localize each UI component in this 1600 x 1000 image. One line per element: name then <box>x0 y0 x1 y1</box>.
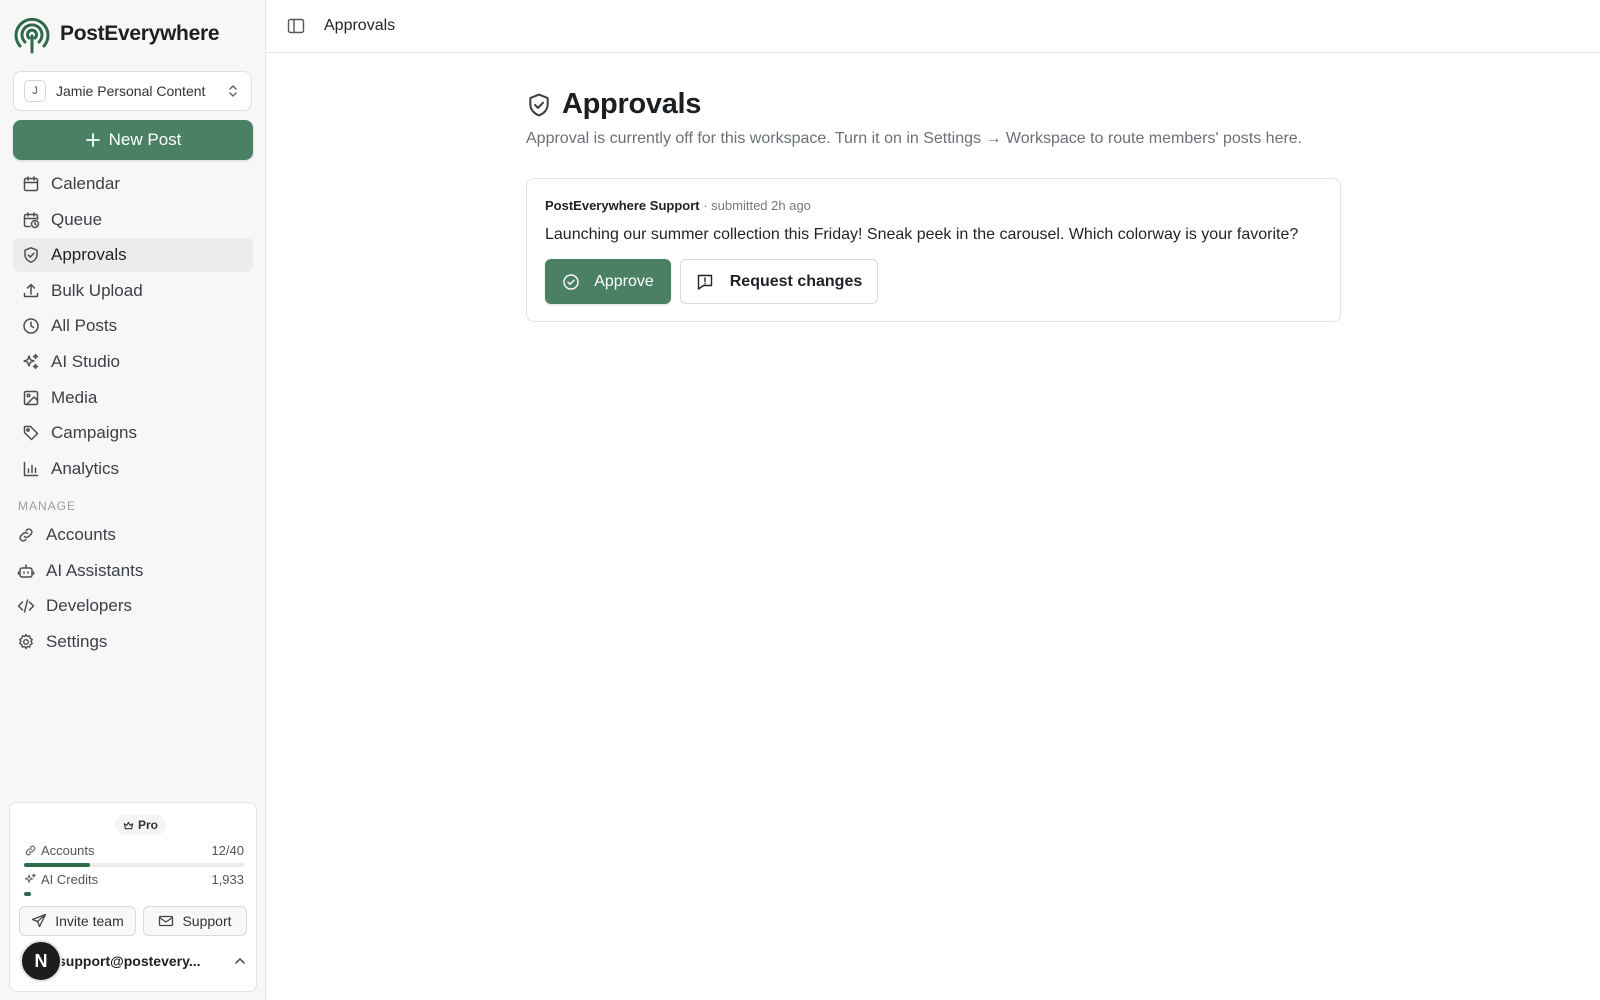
sidebar-item-ai-studio[interactable]: AI Studio <box>13 345 253 379</box>
user-menu[interactable]: N support@postevery... <box>20 939 248 983</box>
sidebar-item-queue[interactable]: Queue <box>13 203 253 237</box>
approval-post-text: Launching our summer collection this Fri… <box>545 226 1299 243</box>
invite-team-label: Invite team <box>55 913 124 929</box>
calendar-clock-icon <box>22 211 40 229</box>
link-icon <box>17 526 35 544</box>
ai-credits-meter-value: 1,933 <box>211 872 244 887</box>
request-changes-label: Request changes <box>729 272 863 290</box>
send-icon <box>31 913 47 929</box>
sidebar-item-label: Accounts <box>46 525 116 544</box>
shield-check-icon <box>526 92 552 118</box>
ai-credits-meter-bar <box>24 892 244 896</box>
sidebar-item-label: Media <box>51 387 98 407</box>
user-email: support@postevery... <box>58 953 201 969</box>
accounts-meter-value: 12/40 <box>211 843 244 858</box>
sidebar-item-all-posts[interactable]: All Posts <box>13 309 253 343</box>
approval-author: PostEverywhere Support <box>545 198 700 213</box>
plan-badge: Pro <box>115 815 167 835</box>
sidebar-item-developers[interactable]: Developers <box>13 589 253 623</box>
avatar: N <box>20 940 62 982</box>
new-post-label: New Post <box>108 130 182 149</box>
calendar-icon <box>22 175 40 193</box>
sidebar-item-calendar[interactable]: Calendar <box>13 167 253 201</box>
sidebar-item-label: AI Studio <box>51 351 120 371</box>
radar-logo-icon <box>12 14 52 54</box>
ai-credits-meter: AI Credits 1,933 <box>24 872 244 896</box>
sparkles-icon <box>24 873 37 886</box>
sidebar-item-label: AI Assistants <box>46 560 144 580</box>
sidebar-item-approvals[interactable]: Approvals <box>13 238 253 273</box>
manage-nav: Accounts AI Assistants Developers Settin… <box>13 518 253 660</box>
sidebar-item-media[interactable]: Media <box>13 381 253 415</box>
sidebar-item-analytics[interactable]: Analytics <box>13 452 253 486</box>
code-icon <box>17 597 35 615</box>
image-icon <box>22 389 40 407</box>
plan-panel: Pro Accounts 12/40 AI Credits 1,933 Invi… <box>9 802 257 992</box>
plan-badge-label: Pro <box>138 818 159 832</box>
sidebar-item-settings[interactable]: Settings <box>13 625 253 659</box>
main-nav: Calendar Queue Approvals Bulk Upload All… <box>13 167 253 487</box>
sidebar-item-label: Approvals <box>51 245 127 265</box>
sidebar-item-label: Queue <box>51 209 103 229</box>
support-label: Support <box>182 913 232 929</box>
sidebar-item-label: Analytics <box>51 458 120 478</box>
workspace-switcher[interactable]: J Jamie Personal Content <box>13 71 252 111</box>
sidebar-toggle-icon[interactable] <box>286 16 306 36</box>
sidebar-item-bulk-upload[interactable]: Bulk Upload <box>13 274 253 308</box>
check-circle-icon <box>562 273 580 291</box>
ai-credits-meter-fill <box>24 892 31 896</box>
breadcrumb: Approvals <box>324 17 396 34</box>
manage-section-label: MANAGE <box>18 499 77 513</box>
sidebar-item-label: Campaigns <box>51 423 137 443</box>
page-title: Approvals <box>562 88 702 120</box>
accounts-meter-fill <box>24 863 90 867</box>
clock-icon <box>22 317 40 335</box>
bot-icon <box>17 562 35 580</box>
accounts-meter-bar <box>24 863 244 867</box>
accounts-meter: Accounts 12/40 <box>24 843 244 867</box>
chevron-up-icon <box>232 953 248 969</box>
top-bar: Approvals <box>266 0 1600 53</box>
chevrons-up-down-icon <box>225 83 241 99</box>
sidebar-item-label: Settings <box>46 631 108 651</box>
new-post-button[interactable]: New Post <box>13 120 253 160</box>
message-alert-icon <box>696 273 714 291</box>
workspace-initial: J <box>24 80 46 102</box>
sidebar-item-label: All Posts <box>51 316 118 336</box>
gear-icon <box>17 633 35 651</box>
meta-separator: · <box>699 198 712 213</box>
accounts-meter-label: Accounts <box>41 843 95 858</box>
sidebar-item-label: Bulk Upload <box>51 280 143 300</box>
approve-label: Approve <box>594 272 654 290</box>
sidebar: PostEverywhere J Jamie Personal Content … <box>0 0 266 1000</box>
shield-check-icon <box>22 246 40 264</box>
mail-icon <box>158 913 174 929</box>
tag-icon <box>22 424 40 442</box>
workspace-name: Jamie Personal Content <box>56 83 206 99</box>
approve-button[interactable]: Approve <box>545 259 671 304</box>
sidebar-item-accounts[interactable]: Accounts <box>13 518 253 552</box>
support-button[interactable]: Support <box>143 906 247 936</box>
link-icon <box>24 844 37 857</box>
brand[interactable]: PostEverywhere <box>12 14 220 54</box>
invite-team-button[interactable]: Invite team <box>19 906 136 936</box>
sidebar-item-ai-assistants[interactable]: AI Assistants <box>13 554 253 588</box>
crown-icon <box>123 820 134 831</box>
upload-icon <box>22 282 40 300</box>
page-subtitle: Approval is currently off for this works… <box>526 130 1303 147</box>
sidebar-item-label: Developers <box>46 596 132 616</box>
approval-submitted-time: submitted 2h ago <box>711 198 811 213</box>
approval-meta: PostEverywhere Support · submitted 2h ag… <box>545 198 811 213</box>
plus-icon <box>85 132 101 148</box>
sparkles-icon <box>22 353 40 371</box>
sidebar-item-campaigns[interactable]: Campaigns <box>13 416 253 450</box>
brand-name: PostEverywhere <box>60 22 220 45</box>
bar-chart-icon <box>22 460 40 478</box>
approval-card: PostEverywhere Support · submitted 2h ag… <box>526 178 1341 322</box>
sidebar-item-label: Calendar <box>51 174 120 193</box>
request-changes-button[interactable]: Request changes <box>680 259 878 304</box>
page-header: Approvals <box>526 88 701 121</box>
ai-credits-meter-label: AI Credits <box>41 872 99 887</box>
